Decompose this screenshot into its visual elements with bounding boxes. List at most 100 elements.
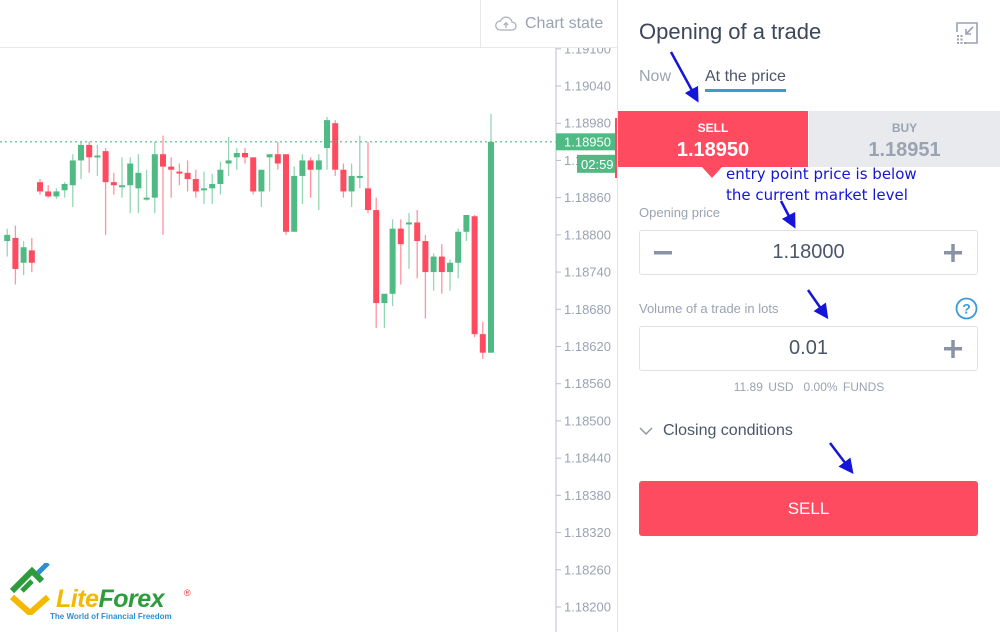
candle-body bbox=[78, 144, 84, 161]
candle-bullish bbox=[389, 219, 396, 307]
candle-bullish bbox=[488, 113, 494, 353]
opening-price-stepper[interactable]: 1.18000 bbox=[639, 230, 978, 275]
candles-layer bbox=[4, 113, 494, 359]
candlestick-chart[interactable]: 1.191001.190401.189801.189201.188601.188… bbox=[0, 48, 617, 632]
candle-body bbox=[274, 154, 281, 164]
candle-bearish bbox=[45, 185, 52, 198]
candle-body bbox=[332, 123, 339, 170]
candle-body bbox=[430, 256, 437, 273]
minimize-button[interactable] bbox=[954, 20, 980, 46]
y-axis-tick-label: 1.18860 bbox=[564, 190, 611, 205]
candle-body bbox=[242, 152, 248, 158]
candle-bearish bbox=[307, 157, 314, 198]
candle-body bbox=[127, 163, 134, 186]
candle-body bbox=[184, 172, 191, 180]
y-axis-tick-label: 1.19100 bbox=[564, 48, 611, 56]
candle-bearish bbox=[479, 321, 486, 359]
liteforex-logo: LiteForex ® The World of Financial Freed… bbox=[8, 563, 198, 625]
candle-bearish bbox=[438, 244, 445, 294]
candle-body bbox=[291, 175, 298, 232]
help-button[interactable]: ? bbox=[955, 297, 978, 320]
annotation-line-2: the current market level bbox=[726, 186, 908, 204]
chart-area[interactable]: Chart state 1.191001.190401.189801.18920… bbox=[0, 0, 618, 632]
chart-state-label: Chart state bbox=[525, 15, 604, 32]
sell-submit-button[interactable]: SELL bbox=[639, 481, 978, 536]
candle-bullish bbox=[463, 215, 470, 242]
candle-body bbox=[422, 241, 429, 273]
candle-bullish bbox=[217, 161, 224, 195]
candle-body bbox=[488, 141, 494, 353]
buy-option[interactable]: BUY 1.18951 bbox=[809, 111, 1000, 167]
increase-price-button[interactable] bbox=[941, 239, 965, 267]
candle-bearish bbox=[12, 225, 19, 285]
candle-body bbox=[37, 182, 43, 192]
candle-body bbox=[217, 169, 224, 184]
volume-stepper[interactable]: 0.01 bbox=[639, 326, 978, 371]
y-axis-tick-label: 1.18440 bbox=[564, 451, 611, 466]
candle-bullish bbox=[233, 148, 240, 170]
tab-now[interactable]: Now bbox=[639, 68, 671, 86]
candle-bearish bbox=[110, 172, 117, 195]
sell-selected-pointer bbox=[702, 167, 722, 178]
question-circle-icon: ? bbox=[955, 297, 978, 320]
candle-bearish bbox=[184, 160, 191, 192]
candle-bullish bbox=[356, 135, 363, 189]
candle-bearish bbox=[274, 141, 281, 170]
chart-state-button[interactable]: Chart state bbox=[480, 0, 617, 48]
candle-body bbox=[447, 262, 453, 273]
candle-body bbox=[176, 171, 183, 174]
candle-bullish bbox=[53, 188, 60, 199]
candle-bearish bbox=[332, 120, 339, 176]
funds-info: 11.89 USD 0.00% FUNDS bbox=[618, 380, 1000, 394]
candle-bearish bbox=[160, 135, 166, 235]
opening-price-label: Opening price bbox=[639, 205, 720, 220]
candle-bullish bbox=[78, 141, 84, 180]
plus-icon bbox=[944, 244, 962, 262]
candle-bullish bbox=[143, 169, 150, 201]
candle-body bbox=[110, 182, 117, 186]
candle-body bbox=[283, 154, 289, 232]
candle-bearish bbox=[242, 148, 248, 164]
opening-price-value[interactable]: 1.18000 bbox=[640, 241, 977, 264]
candle-bullish bbox=[348, 163, 355, 207]
closing-conditions-toggle[interactable]: Closing conditions bbox=[639, 422, 793, 440]
candle-body bbox=[307, 160, 314, 170]
logo-registered-mark: ® bbox=[184, 588, 191, 598]
logo-name: LiteForex bbox=[56, 585, 165, 613]
y-axis-tick-label: 1.18320 bbox=[564, 525, 611, 540]
candle-body bbox=[233, 152, 240, 158]
candle-body bbox=[250, 157, 257, 192]
logo-mark-icon bbox=[9, 563, 50, 615]
candle-bearish bbox=[471, 215, 478, 338]
tab-at-the-price[interactable]: At the price bbox=[705, 68, 786, 92]
closing-conditions-label: Closing conditions bbox=[663, 422, 793, 439]
candle-bullish bbox=[447, 259, 453, 291]
y-axis-tick-label: 1.18500 bbox=[564, 413, 611, 428]
candle-bearish bbox=[373, 197, 380, 328]
y-axis-tick-label: 1.19040 bbox=[564, 79, 611, 94]
candle-body bbox=[324, 120, 330, 149]
candle-bearish bbox=[414, 210, 421, 279]
y-axis-tick-label: 1.18260 bbox=[564, 562, 611, 577]
buy-option-price: 1.18951 bbox=[868, 139, 941, 161]
increase-volume-button[interactable] bbox=[941, 335, 965, 363]
y-axis-tick-label: 1.18740 bbox=[564, 265, 611, 280]
candle-body bbox=[266, 154, 273, 158]
candle-bullish bbox=[258, 169, 265, 207]
y-axis: 1.191001.190401.189801.189201.188601.188… bbox=[556, 48, 611, 615]
candle-body bbox=[225, 160, 232, 164]
candle-bullish bbox=[209, 174, 216, 204]
candle-body bbox=[143, 197, 150, 200]
buy-option-label: BUY bbox=[891, 121, 918, 135]
candle-bearish bbox=[86, 141, 93, 173]
candle-bullish bbox=[69, 154, 76, 207]
candle-bullish bbox=[406, 213, 412, 269]
candle-body bbox=[102, 151, 109, 183]
candle-body bbox=[45, 191, 52, 197]
current-price-tag: 1.18950 bbox=[556, 133, 616, 151]
trading-app: Chart state 1.191001.190401.189801.18920… bbox=[0, 0, 1000, 632]
candle-body bbox=[479, 334, 486, 353]
sell-option[interactable]: SELL 1.18950 bbox=[618, 111, 808, 167]
panel-title: Opening of a trade bbox=[639, 19, 822, 44]
volume-value[interactable]: 0.01 bbox=[640, 337, 977, 360]
